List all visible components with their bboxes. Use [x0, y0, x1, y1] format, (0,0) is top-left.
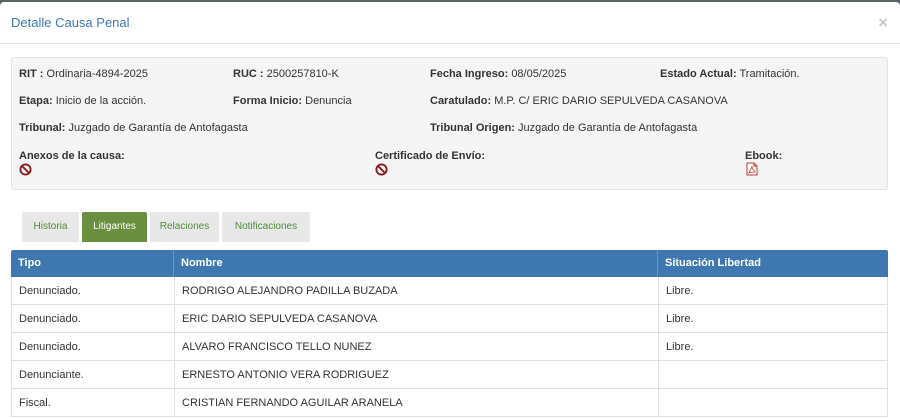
- fecha-value: 08/05/2025: [511, 68, 567, 80]
- rit-label: RIT :: [19, 68, 44, 80]
- table-header: Tipo Nombre Situación Libertad: [11, 250, 888, 277]
- cell-situacion: [659, 361, 887, 389]
- cell-tipo: Denunciado.: [12, 333, 175, 361]
- ebook-field: Ebook:: [745, 150, 782, 162]
- tab-relaciones[interactable]: Relaciones: [150, 212, 219, 242]
- ruc-label: RUC :: [233, 68, 264, 80]
- rit-value: Ordinaria-4894-2025: [46, 68, 149, 80]
- causa-info-panel: RIT : Ordinaria-4894-2025 RUC : 25002578…: [11, 57, 888, 190]
- ban-icon: [375, 163, 388, 176]
- modal-header: Detalle Causa Penal ×: [0, 2, 900, 44]
- estado-actual-field: Estado Actual: Tramitación.: [660, 68, 800, 80]
- etapa-value: Inicio de la acción.: [55, 95, 147, 107]
- ruc-field: RUC : 2500257810-K: [233, 68, 339, 80]
- cell-tipo: Denunciado.: [12, 277, 175, 305]
- certificado-field: Certificado de Envío:: [375, 150, 485, 162]
- tribunal-field: Tribunal: Juzgado de Garantía de Antofag…: [19, 122, 248, 134]
- ban-icon: [19, 163, 32, 176]
- tribunal-value: Juzgado de Garantía de Antofagasta: [68, 122, 248, 134]
- cell-situacion: Libre.: [666, 285, 694, 297]
- cell-situacion: [659, 389, 887, 417]
- table-row[interactable]: Denunciante. ERNESTO ANTONIO VERA RODRIG…: [11, 361, 888, 389]
- tribunal-origen-field: Tribunal Origen: Juzgado de Garantía de …: [430, 122, 697, 134]
- fecha-label: Fecha Ingreso:: [430, 68, 509, 80]
- table-row[interactable]: Denunciado. RODRIGO ALEJANDRO PADILLA BU…: [11, 277, 888, 305]
- anexos-label: Anexos de la causa:: [19, 150, 125, 162]
- cell-nombre: ERIC DARIO SEPULVEDA CASANOVA: [175, 305, 659, 333]
- cell-nombre: CRISTIAN FERNANDO AGUILAR ARANELA: [175, 389, 659, 417]
- pdf-icon[interactable]: [746, 162, 758, 176]
- cell-nombre: RODRIGO ALEJANDRO PADILLA BUZADA: [175, 277, 659, 305]
- close-button[interactable]: ×: [878, 14, 888, 31]
- column-header-nombre[interactable]: Nombre: [174, 250, 658, 277]
- caratulado-field: Caratulado: M.P. C/ ERIC DARIO SEPULVEDA…: [430, 95, 728, 107]
- column-header-situacion[interactable]: Situación Libertad: [658, 250, 888, 277]
- forma-inicio-field: Forma Inicio: Denuncia: [233, 95, 352, 107]
- fecha-ingreso-field: Fecha Ingreso: 08/05/2025: [430, 68, 566, 80]
- litigantes-table: Tipo Nombre Situación Libertad Denunciad…: [11, 250, 888, 417]
- anexos-field: Anexos de la causa:: [19, 150, 125, 162]
- etapa-label: Etapa:: [19, 95, 53, 107]
- modal-title: Detalle Causa Penal: [11, 15, 130, 30]
- rit-field: RIT : Ordinaria-4894-2025: [19, 68, 148, 80]
- cell-nombre: ALVARO FRANCISCO TELLO NUNEZ: [175, 333, 659, 361]
- cell-situacion: Libre.: [666, 341, 694, 353]
- etapa-field: Etapa: Inicio de la acción.: [19, 95, 146, 107]
- tab-notificaciones[interactable]: Notificaciones: [222, 212, 310, 242]
- tribunal-origen-label: Tribunal Origen:: [430, 122, 515, 134]
- estado-value: Tramitación.: [739, 68, 800, 80]
- forma-label: Forma Inicio:: [233, 95, 303, 107]
- tribunal-label: Tribunal:: [19, 122, 66, 134]
- tribunal-origen-value: Juzgado de Garantía de Antofagasta: [518, 122, 698, 134]
- cell-tipo: Fiscal.: [12, 389, 175, 417]
- certificado-label: Certificado de Envío:: [375, 150, 486, 162]
- forma-value: Denuncia: [305, 95, 352, 107]
- ebook-label: Ebook:: [745, 150, 783, 162]
- tab-litigantes[interactable]: Litigantes: [82, 212, 147, 242]
- table-row[interactable]: Denunciado. ERIC DARIO SEPULVEDA CASANOV…: [11, 305, 888, 333]
- table-row[interactable]: Fiscal. CRISTIAN FERNANDO AGUILAR ARANEL…: [11, 389, 888, 417]
- cell-tipo: Denunciado.: [12, 305, 175, 333]
- tab-historia[interactable]: Historia: [22, 212, 79, 242]
- cell-nombre: ERNESTO ANTONIO VERA RODRIGUEZ: [175, 361, 659, 389]
- caratulado-label: Caratulado:: [430, 95, 492, 107]
- cell-tipo: Denunciante.: [12, 361, 175, 389]
- estado-label: Estado Actual:: [660, 68, 737, 80]
- column-header-tipo[interactable]: Tipo: [11, 250, 174, 277]
- cell-situacion: Libre.: [666, 313, 694, 325]
- detalle-causa-modal: Detalle Causa Penal × RIT : Ordinaria-48…: [0, 2, 900, 418]
- caratulado-value: M.P. C/ ERIC DARIO SEPULVEDA CASANOVA: [494, 95, 728, 107]
- ruc-value: 2500257810-K: [266, 68, 339, 80]
- table-row[interactable]: Denunciado. ALVARO FRANCISCO TELLO NUNEZ…: [11, 333, 888, 361]
